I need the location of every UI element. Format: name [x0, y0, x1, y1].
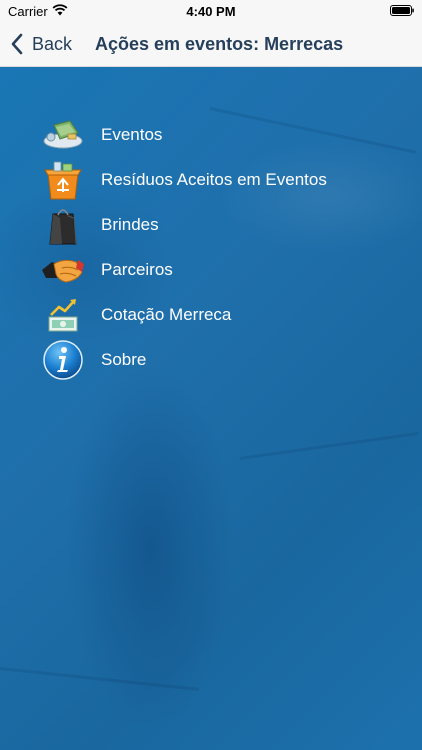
chart-rising-icon: [40, 294, 86, 336]
menu-item-cotacao[interactable]: Cotação Merreca: [40, 292, 327, 337]
clock: 4:40 PM: [186, 4, 236, 19]
content-area: Eventos Resíduos Aceitos em Eventos Brin…: [0, 67, 422, 750]
menu-label: Resíduos Aceitos em Eventos: [101, 169, 327, 189]
status-bar: Carrier 4:40 PM: [0, 0, 422, 22]
background-texture: [0, 667, 200, 691]
gift-bag-icon: [40, 204, 86, 246]
menu-label: Cotação Merreca: [101, 304, 232, 324]
chevron-left-icon: [11, 33, 23, 55]
menu-label: Brindes: [101, 214, 159, 234]
recycle-box-icon: [40, 159, 86, 201]
events-icon: [40, 114, 86, 156]
menu-item-eventos[interactable]: Eventos: [40, 112, 327, 157]
menu-item-residuos[interactable]: Resíduos Aceitos em Eventos: [40, 157, 327, 202]
menu-label: Parceiros: [101, 259, 173, 279]
handshake-icon: [40, 249, 86, 291]
menu-item-brindes[interactable]: Brindes: [40, 202, 327, 247]
menu-list: Eventos Resíduos Aceitos em Eventos Brin…: [40, 112, 327, 382]
navigation-bar: Back Ações em eventos: Merrecas: [0, 22, 422, 67]
page-title: Ações em eventos: Merrecas: [95, 34, 344, 54]
background-texture: [239, 431, 419, 460]
back-button[interactable]: Back: [10, 22, 72, 66]
menu-item-parceiros[interactable]: Parceiros: [40, 247, 327, 292]
menu-item-sobre[interactable]: Sobre: [40, 337, 327, 382]
back-label: Back: [32, 33, 73, 54]
info-icon: [40, 339, 86, 381]
menu-label: Eventos: [101, 124, 163, 144]
menu-label: Sobre: [101, 349, 147, 369]
battery-icon: [390, 5, 414, 16]
